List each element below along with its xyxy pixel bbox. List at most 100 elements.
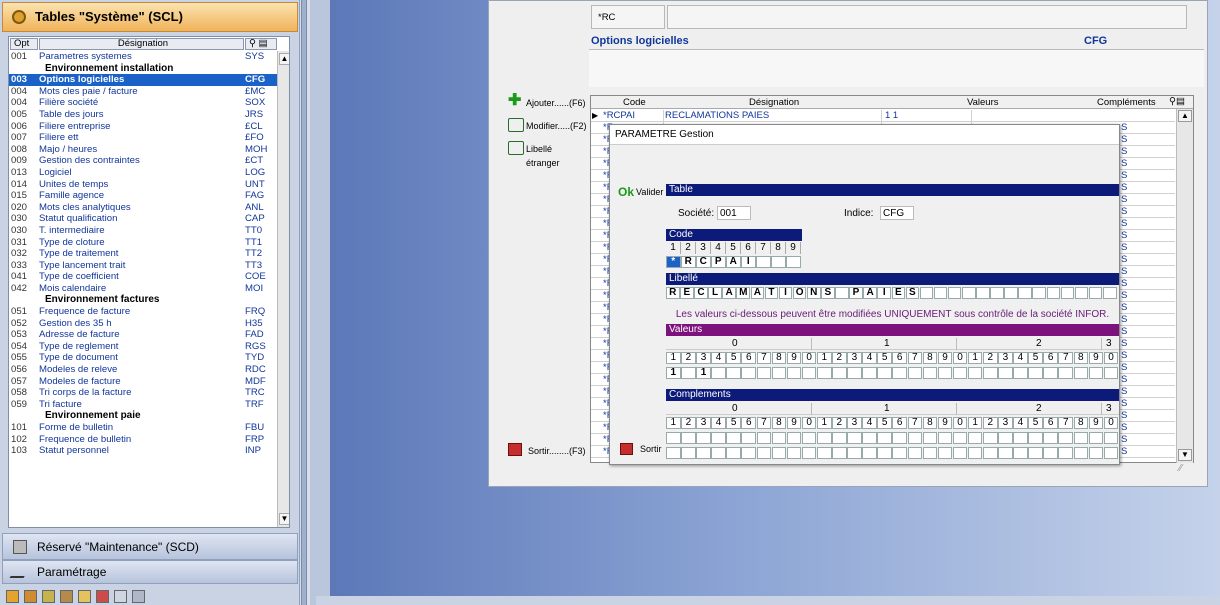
complements-value-cell[interactable] <box>847 432 862 444</box>
valeurs-value-cell[interactable] <box>711 367 726 379</box>
valeurs-value-cell[interactable] <box>922 367 938 379</box>
libelle-char-cell[interactable]: N <box>806 287 821 299</box>
complements-value-cell[interactable] <box>1073 447 1089 459</box>
list-item[interactable]: 031 Type de cloture TT1 <box>9 237 277 249</box>
libelle-char-cell[interactable] <box>1004 287 1018 299</box>
list-item[interactable]: 015 Famille agence FAG <box>9 190 277 202</box>
valeurs-value-cell[interactable] <box>907 367 923 379</box>
complements-value-cell[interactable] <box>1088 432 1104 444</box>
complements-value-cell[interactable] <box>801 432 817 444</box>
indice-field[interactable]: CFG <box>880 206 914 220</box>
list-section-header[interactable]: Environnement factures <box>9 294 277 306</box>
list-item[interactable]: 009 Gestion des contraintes £CT <box>9 155 277 167</box>
grid-scrollbar[interactable]: ▲ ▼ <box>1176 109 1193 463</box>
complements-value-cell[interactable] <box>1088 447 1104 459</box>
libelle-char-cell[interactable] <box>1046 287 1061 299</box>
libelle-char-cell[interactable] <box>1060 287 1075 299</box>
complements-value-cell[interactable] <box>696 447 711 459</box>
valeurs-value-cell[interactable] <box>801 367 817 379</box>
complements-value-cell[interactable] <box>756 432 772 444</box>
code-column-header[interactable]: Code <box>623 97 646 109</box>
table-row[interactable]: ▶ RECLAMATIONS PAIES 1 1 *RCPAI <box>591 110 1175 122</box>
libelle-char-cell[interactable]: C <box>694 287 708 299</box>
list-item[interactable]: 056 Modeles de releve RDC <box>9 364 277 376</box>
valeurs-value-cell[interactable]: 1 <box>696 367 711 379</box>
parametrage-button[interactable]: Paramétrage <box>2 560 298 584</box>
list-item[interactable]: 102 Frequence de bulletin FRP <box>9 434 277 446</box>
scroll-up-button[interactable]: ▲ <box>1178 110 1192 122</box>
foreign-label-button[interactable]: Libellé étranger <box>508 141 588 168</box>
validate-button[interactable]: Ok Valider <box>618 185 668 199</box>
libelle-char-cell[interactable]: I <box>877 287 891 299</box>
code-char-cell[interactable]: C <box>696 256 711 268</box>
complements-value-cell[interactable] <box>937 432 953 444</box>
complements-value-cell[interactable] <box>726 432 741 444</box>
list-item[interactable]: 005 Table des jours JRS <box>9 109 277 121</box>
code-char-cell[interactable] <box>786 256 801 268</box>
list-section-header[interactable]: Environnement installation <box>9 63 277 75</box>
complements-value-cell[interactable] <box>998 447 1013 459</box>
code-char-cell[interactable]: R <box>681 256 696 268</box>
complements-value-cell[interactable] <box>892 447 907 459</box>
complements-value-cell[interactable] <box>1043 432 1058 444</box>
code-char-cell[interactable]: * <box>666 256 681 268</box>
complements-value-cell[interactable] <box>937 447 953 459</box>
complements-value-cell[interactable] <box>801 447 817 459</box>
opt-column-header[interactable]: Opt <box>10 38 38 50</box>
exit-button[interactable]: Sortir........(F3) <box>508 443 588 457</box>
valeurs-value-cell[interactable] <box>756 367 772 379</box>
code-char-cell[interactable] <box>756 256 771 268</box>
table-icon[interactable] <box>114 590 127 603</box>
libelle-char-cell[interactable]: A <box>722 287 736 299</box>
complements-value-cell[interactable] <box>952 432 968 444</box>
rc-field[interactable]: *RC <box>591 5 665 29</box>
list-item[interactable]: 030 T. intermediaire TT0 <box>9 225 277 237</box>
libelle-char-cell[interactable]: I <box>778 287 793 299</box>
exit-button[interactable]: Sortir <box>618 443 668 457</box>
libelle-char-cell[interactable]: O <box>792 287 807 299</box>
scroll-up-button[interactable]: ▲ <box>279 53 289 65</box>
valeurs-value-cell[interactable] <box>1103 367 1119 379</box>
libelle-char-cell[interactable]: S <box>905 287 920 299</box>
list-item[interactable]: 007 Filiere ett £FO <box>9 132 277 144</box>
libelle-char-cell[interactable]: R <box>666 287 680 299</box>
complements-column-header[interactable]: Compléments <box>1097 97 1156 109</box>
list-scrollbar[interactable]: ▲ ▼ <box>277 51 289 527</box>
complements-value-cell[interactable] <box>847 447 862 459</box>
complements-value-cell[interactable] <box>1028 447 1043 459</box>
libelle-char-cell[interactable] <box>933 287 948 299</box>
search-icon[interactable]: ⚲▤ <box>1169 96 1185 108</box>
list-item[interactable]: 052 Gestion des 35 h H35 <box>9 318 277 330</box>
complements-value-cell[interactable] <box>877 432 892 444</box>
splitter[interactable] <box>301 0 307 605</box>
libelle-char-cell[interactable] <box>1018 287 1032 299</box>
valeurs-value-cell[interactable] <box>741 367 757 379</box>
complements-value-cell[interactable] <box>681 447 696 459</box>
libelle-char-cell[interactable] <box>835 287 849 299</box>
search-icon[interactable]: ⚲ ▤ <box>245 38 277 50</box>
libelle-char-cell[interactable]: E <box>680 287 694 299</box>
list-item[interactable]: 033 Type lancement trait TT3 <box>9 260 277 272</box>
list-item[interactable]: 013 Logiciel LOG <box>9 167 277 179</box>
list-item[interactable]: 014 Unites de temps UNT <box>9 179 277 191</box>
people-icon[interactable] <box>60 590 73 603</box>
complements-value-cell[interactable] <box>816 447 832 459</box>
libelle-char-cell[interactable] <box>961 287 976 299</box>
valeurs-value-cell[interactable] <box>847 367 862 379</box>
complements-value-cell[interactable] <box>952 447 968 459</box>
libelle-char-cell[interactable] <box>1088 287 1103 299</box>
complements-value-cell[interactable] <box>771 432 787 444</box>
libelle-char-cell[interactable] <box>990 287 1004 299</box>
values-column-header[interactable]: Valeurs <box>967 97 999 109</box>
code-char-cell[interactable]: I <box>741 256 756 268</box>
valeurs-value-cell[interactable] <box>786 367 802 379</box>
valeurs-value-cell[interactable] <box>998 367 1013 379</box>
valeurs-value-cell[interactable] <box>967 367 983 379</box>
libelle-char-cell[interactable] <box>1102 287 1117 299</box>
complements-value-cell[interactable] <box>922 447 938 459</box>
complements-value-cell[interactable] <box>862 432 877 444</box>
libelle-char-cell[interactable]: M <box>736 287 751 299</box>
complements-value-cell[interactable] <box>786 432 802 444</box>
list-item[interactable]: 030 Statut qualification CAP <box>9 213 277 225</box>
complements-value-cell[interactable] <box>786 447 802 459</box>
